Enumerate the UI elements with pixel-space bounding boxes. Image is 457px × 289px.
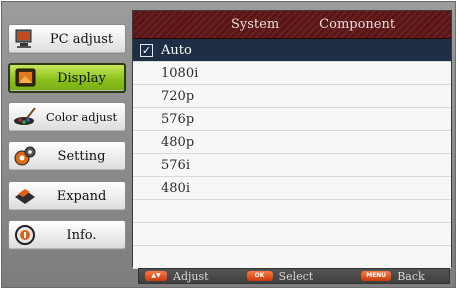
menu-item-info[interactable]: Info. [8, 220, 126, 250]
updown-key-icon: ▲▼ [145, 271, 167, 281]
menu-item-display[interactable]: Display [8, 63, 126, 93]
empty-row [133, 246, 451, 269]
menu-label: Setting [57, 148, 106, 164]
menu-label: Color adjust [45, 110, 118, 124]
empty-row [133, 200, 451, 223]
option-label: 576p [161, 111, 195, 127]
help-select: OK Select [246, 269, 314, 283]
option-label: 480i [161, 180, 190, 196]
option-auto[interactable]: ✓ Auto [133, 39, 451, 62]
menu-label: Info. [66, 227, 97, 243]
color-adjust-icon [12, 105, 38, 129]
menu-key-icon: MENU [361, 271, 392, 281]
options-panel: System Component ✓ Auto 1080i 720p 576p … [132, 10, 452, 269]
menu-label: Display [57, 70, 106, 86]
menu-item-pc-adjust[interactable]: PC adjust [8, 24, 126, 54]
option-576p[interactable]: 576p [133, 108, 451, 131]
help-select-label: Select [278, 269, 314, 283]
option-label: 1080i [161, 65, 199, 81]
menu-item-setting[interactable]: Setting [8, 141, 126, 171]
help-adjust: ▲▼ Adjust [145, 270, 209, 283]
option-label: Auto [161, 42, 192, 58]
options-list: ✓ Auto 1080i 720p 576p 480p 576i 480i [133, 39, 451, 269]
option-720p[interactable]: 720p [133, 85, 451, 108]
display-icon [13, 66, 39, 90]
setting-icon [12, 144, 38, 168]
panel-header: System Component [133, 11, 451, 39]
menu-item-expand[interactable]: Expand [8, 181, 126, 211]
option-576i[interactable]: 576i [133, 154, 451, 177]
option-label: 720p [161, 88, 195, 104]
ok-key-icon: OK [246, 271, 273, 281]
option-480i[interactable]: 480i [133, 177, 451, 200]
option-label: 480p [161, 134, 195, 150]
help-adjust-label: Adjust [173, 269, 209, 283]
option-1080i[interactable]: 1080i [133, 62, 451, 85]
checkmark-icon: ✓ [140, 43, 153, 57]
header-component: Component [319, 17, 396, 32]
info-icon [12, 223, 38, 247]
help-back: MENU Back [361, 269, 425, 283]
expand-icon [12, 184, 38, 208]
help-bar: ▲▼ Adjust OK Select MENU Back [138, 268, 450, 284]
menu-item-color-adjust[interactable]: Color adjust [8, 102, 126, 132]
option-label: 576i [161, 157, 190, 173]
pc-adjust-icon [12, 27, 38, 51]
menu-label: Expand [56, 188, 107, 204]
empty-row [133, 223, 451, 246]
header-system: System [231, 17, 280, 32]
help-back-label: Back [397, 269, 425, 283]
menu-label: PC adjust [49, 31, 114, 47]
option-480p[interactable]: 480p [133, 131, 451, 154]
